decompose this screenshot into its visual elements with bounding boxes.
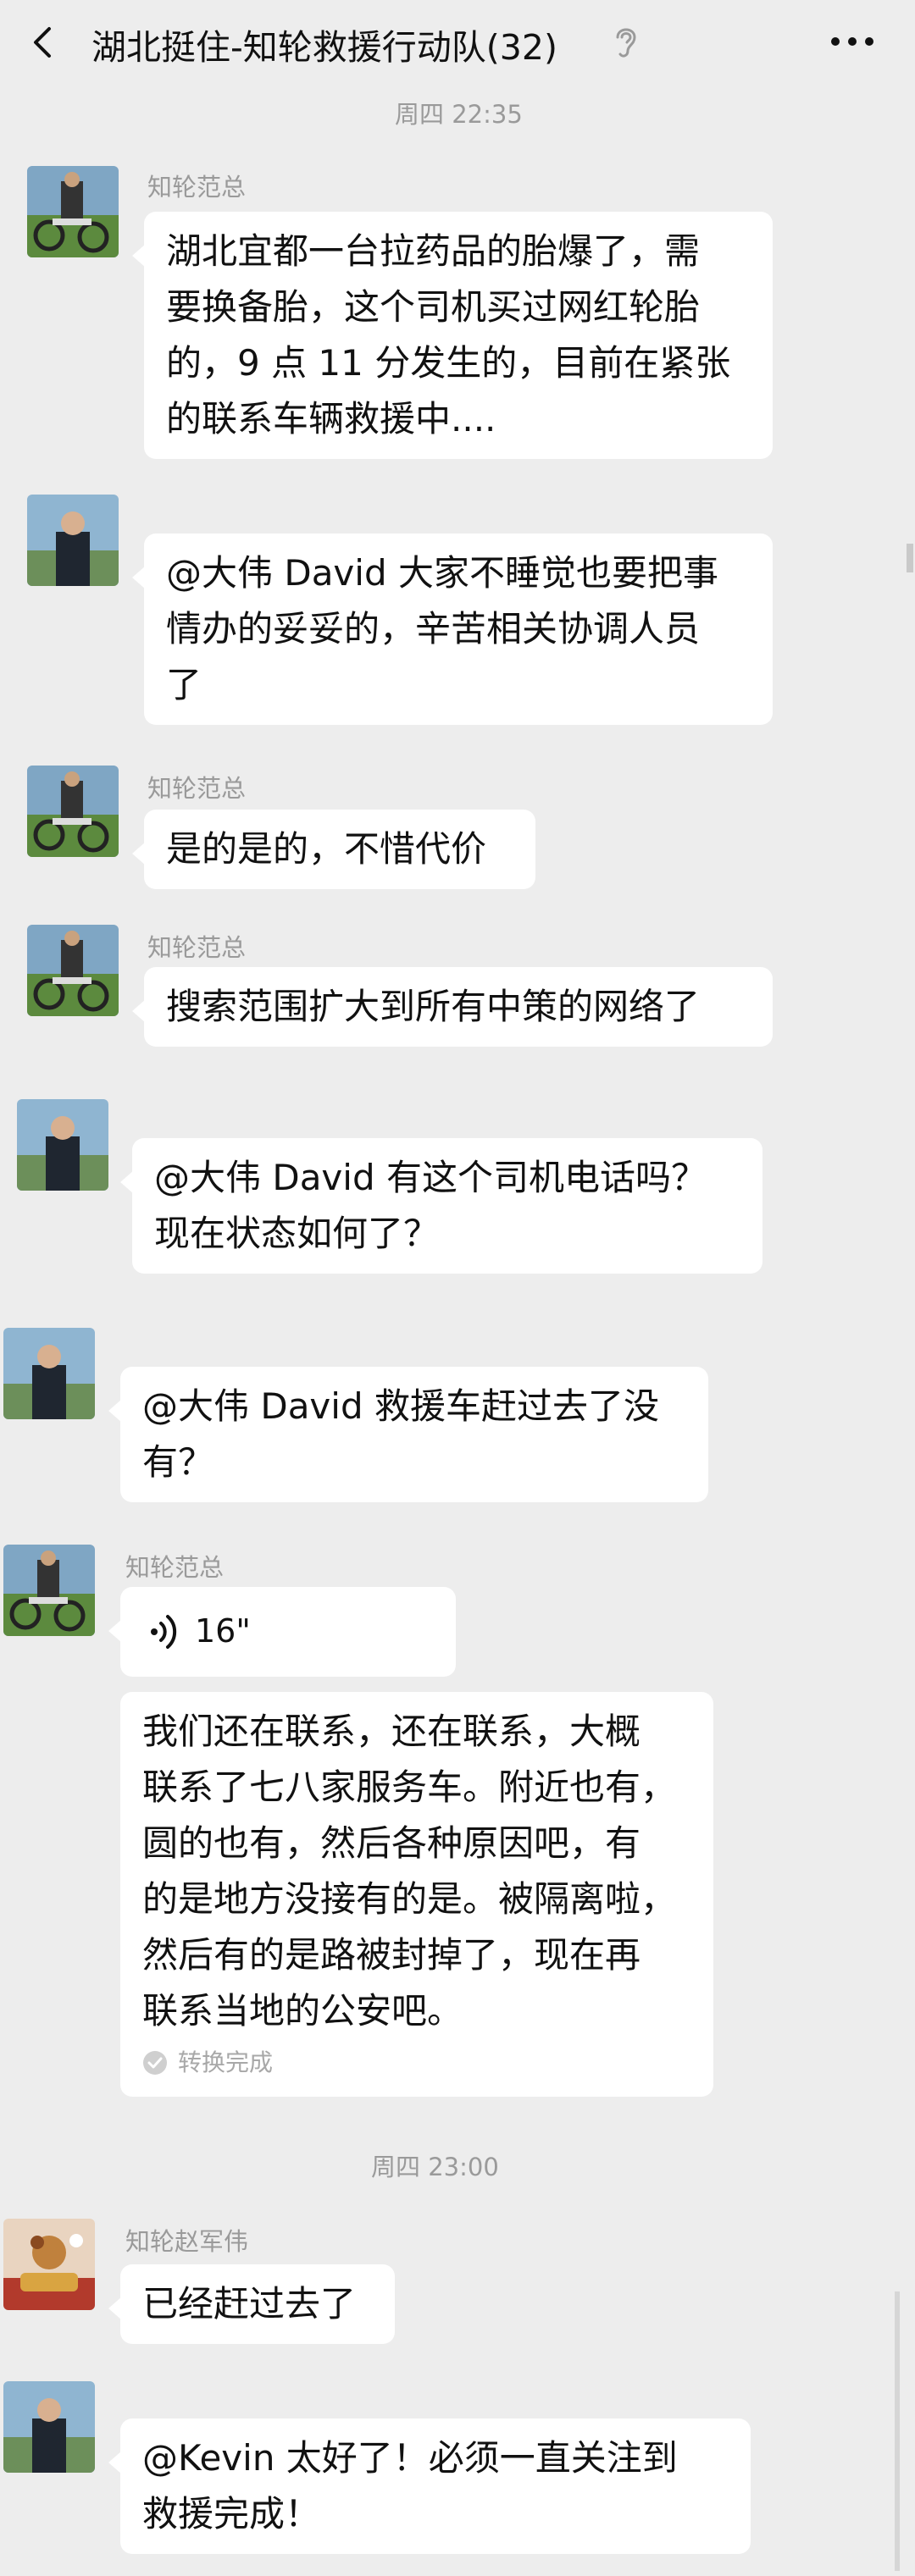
voice-duration: 16" — [195, 1612, 251, 1650]
voice-transcript[interactable]: 我们还在联系，还在联系，大概 联系了七八家服务车。附近也有， 圆的也有，然后各种… — [120, 1692, 713, 2097]
avatar-fan[interactable] — [27, 766, 119, 857]
message-bubble[interactable]: 是的是的，不惜代价 — [132, 810, 535, 889]
avatar-member[interactable] — [27, 495, 119, 586]
chat-header: 湖北挺住-知轮救援行动队(32) — [0, 0, 915, 85]
transcript-line: 联系了七八家服务车。附近也有， — [142, 1766, 677, 1808]
transcript-line: 然后有的是路被封掉了，现在再 — [142, 1934, 641, 1976]
sender-name: 知轮范总 — [147, 173, 247, 202]
transcript-line: 联系当地的公安吧。 — [142, 1990, 463, 2032]
avatar-fan[interactable] — [27, 925, 119, 1016]
message-line: 已经赶过去了 — [142, 2283, 357, 2324]
message-bubble[interactable]: @大伟 David 有这个司机电话吗？ 现在状态如何了？ — [120, 1138, 762, 1274]
transcript-line: 圆的也有，然后各种原因吧，有 — [142, 1822, 641, 1864]
transcript-line: 的是地方没接有的是。被隔离啦， — [142, 1878, 677, 1920]
message-bubble[interactable]: @大伟 David 大家不睡觉也要把事 情办的妥妥的，辛苦相关协调人员 了 — [132, 533, 773, 725]
message-line: 的联系车辆救援中.... — [166, 398, 496, 439]
message-line: @大伟 David 有这个司机电话吗？ — [154, 1157, 707, 1198]
message-line: 救援完成！ — [142, 2493, 321, 2535]
avatar-member[interactable] — [3, 2381, 95, 2473]
avatar-fan[interactable] — [27, 166, 119, 257]
transcript-status-text: 转换完成 — [178, 2048, 274, 2076]
message-line: 现在状态如何了？ — [154, 1213, 440, 1254]
avatar-member[interactable] — [3, 1328, 95, 1419]
sender-name: 知轮范总 — [147, 774, 247, 803]
message-line: 的，9 点 11 分发生的，目前在紧张 — [166, 342, 731, 384]
more-options-icon[interactable] — [827, 22, 878, 61]
message-line: @Kevin 太好了！必须一直关注到 — [142, 2437, 678, 2479]
transcript-status: 转换完成 — [142, 2046, 691, 2080]
sender-name: 知轮范总 — [125, 1553, 225, 1582]
chat-title: 湖北挺住-知轮救援行动队(32) — [92, 27, 557, 68]
message-bubble[interactable]: 已经赶过去了 — [108, 2264, 395, 2344]
time-separator: 周四 23:00 — [371, 2153, 499, 2181]
message-line: 了 — [166, 664, 202, 705]
message-bubble[interactable]: 搜索范围扩大到所有中策的网络了 — [132, 967, 773, 1047]
message-line: 是的是的，不惜代价 — [166, 828, 487, 870]
avatar-zhao[interactable] — [3, 2219, 95, 2310]
message-bubble[interactable]: @Kevin 太好了！必须一直关注到 救援完成！ — [108, 2418, 751, 2554]
voice-message[interactable]: 16" — [108, 1587, 456, 1677]
transcript-line: 我们还在联系，还在联系，大概 — [142, 1711, 641, 1752]
check-circle-icon — [143, 2051, 167, 2075]
scrollbar-thumb[interactable] — [907, 544, 913, 572]
voice-wave-icon — [151, 1615, 177, 1649]
message-line: @大伟 David 大家不睡觉也要把事 — [166, 552, 718, 594]
message-line: 湖北宜都一台拉药品的胎爆了，需 — [166, 230, 701, 272]
message-line: 有？ — [142, 1441, 214, 1483]
scroll-track — [895, 2291, 900, 2571]
sender-name: 知轮赵军伟 — [125, 2227, 249, 2256]
ear-mute-icon — [616, 28, 636, 58]
avatar-fan[interactable] — [3, 1545, 95, 1636]
message-bubble[interactable]: @大伟 David 救援车赶过去了没 有？ — [108, 1367, 708, 1502]
message-line: 情办的妥妥的，辛苦相关协调人员 — [166, 608, 701, 650]
message-line: 要换备胎，这个司机买过网红轮胎 — [166, 286, 701, 328]
back-arrow-icon[interactable] — [25, 24, 63, 61]
message-bubble[interactable]: 湖北宜都一台拉药品的胎爆了，需 要换备胎，这个司机买过网红轮胎 的，9 点 11… — [132, 212, 773, 459]
sender-name: 知轮范总 — [147, 933, 247, 962]
message-line: @大伟 David 救援车赶过去了没 — [142, 1385, 659, 1427]
message-line: 搜索范围扩大到所有中策的网络了 — [166, 986, 701, 1027]
time-separator: 周四 22:35 — [395, 100, 523, 129]
avatar-member[interactable] — [17, 1099, 108, 1191]
